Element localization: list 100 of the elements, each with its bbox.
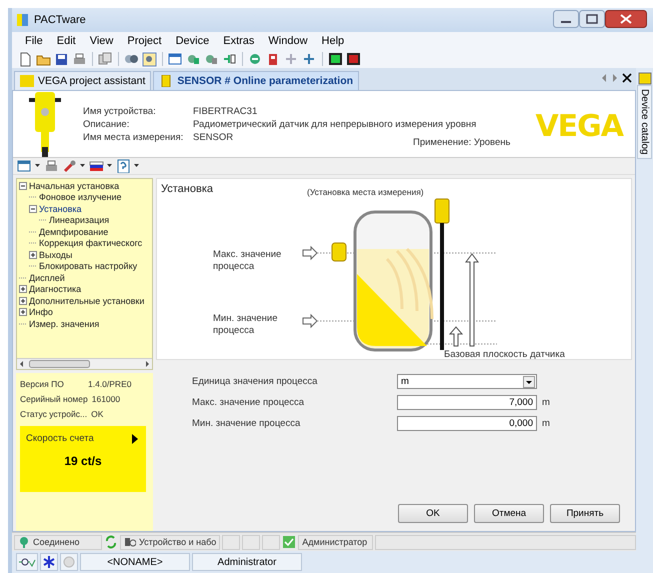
tool-icon[interactable] [302,52,317,66]
unit-label: m [542,418,551,429]
scroll-right-icon[interactable] [145,360,150,368]
flag-icon[interactable] [89,159,104,173]
play-icon[interactable] [132,434,138,444]
device-search-icon[interactable] [142,52,157,66]
unit-dropdown[interactable]: m [397,374,537,389]
scrollbar-thumb[interactable] [29,360,91,368]
close-button[interactable] [605,10,647,28]
number-field[interactable]: 0,000 [397,416,537,431]
min-level-arrow [448,326,464,346]
project-name: <NONAME> [80,553,190,571]
tree-item[interactable]: Диагностика [29,284,82,294]
connection-status: Соединено [33,537,80,547]
min-value-label: Мин. значение процесса [213,313,278,336]
tab[interactable]: SENSOR # Online parameterization [153,71,360,90]
field-label: Имя устройства: [83,106,157,116]
tree-item[interactable]: Коррекция фактическогс [39,238,142,248]
print-icon[interactable] [44,159,59,173]
menu-item[interactable]: Help [314,35,352,47]
max-pointer-arrow [302,246,318,260]
dropdown-caret-icon[interactable] [107,164,113,168]
copy-icon[interactable] [98,52,113,66]
field-value: Радиометрический датчик для непрерывного измерения уровня [193,118,476,130]
expand-icon[interactable] [19,308,27,316]
maximize-button[interactable] [579,10,605,28]
info-value: 161000 [92,394,120,404]
app-icon [16,13,29,27]
logo: VEGA [535,109,623,144]
tree-item[interactable]: Установка [39,204,82,214]
asterisk-icon[interactable] [40,553,58,571]
tab[interactable]: VEGA project assistant [14,71,152,90]
menu-item[interactable]: Extras [216,35,262,47]
help-icon[interactable] [116,159,131,173]
dialog-button[interactable]: OK [398,504,468,523]
field-label: Макс. значение процесса [192,397,306,408]
dropdown-caret-icon[interactable] [80,164,86,168]
tree-item[interactable]: Начальная установка [29,180,120,191]
expand-icon[interactable] [29,250,37,259]
check-icon [282,535,296,549]
dialog-button[interactable]: Принять [550,504,620,523]
tree-item[interactable]: Демпфирование [39,226,108,237]
assistant-icon [20,75,34,87]
field-label: Мин. значение процесса [192,418,302,429]
menu-item[interactable]: Project [120,35,169,47]
dialog-button[interactable]: Отмена [474,504,544,523]
section-subtitle: (Установка места измерения) [307,187,424,197]
field-label: Единица значения процесса [192,376,318,387]
menu-item[interactable]: Edit [50,35,83,47]
info-value: 1.4.0/PRE0 [88,379,132,389]
dropdown-caret-icon[interactable] [35,164,41,168]
expand-icon[interactable] [19,285,27,294]
monitor-icon[interactable] [328,52,343,66]
dropdown-caret-icon[interactable] [134,164,140,168]
tree-item[interactable]: Дисплей [29,272,65,283]
info-label: Статус устройс... [20,409,88,419]
collapse-icon[interactable] [29,204,37,213]
menu-item[interactable]: File [18,35,50,47]
save-icon[interactable] [54,52,69,66]
user-role-status: Администратор [302,537,368,547]
tree-item[interactable]: Выходы [39,250,72,260]
field-label: Имя места измерения: [83,132,184,142]
tree-item[interactable]: Фоновое излучение [39,192,122,202]
plug-icon[interactable] [222,52,237,66]
window-icon[interactable] [168,52,183,66]
collapse-icon[interactable] [19,182,27,190]
menu-item[interactable]: Device [168,35,216,47]
tree-item[interactable]: Измер. значения [29,318,100,329]
menu-item[interactable]: View [82,35,120,47]
info-label: Версия ПО [20,379,65,389]
close-tab-icon[interactable] [622,73,632,83]
stop-monitor-icon[interactable] [346,52,361,66]
print-icon[interactable] [72,52,87,66]
field-value: FIBERTRAC31 [193,106,258,116]
view-icon[interactable] [17,159,32,173]
info-label: Серийный номер [20,394,88,404]
minimize-button[interactable] [553,10,579,28]
tree-item[interactable]: Инфо [29,307,53,318]
tree-item[interactable]: Линеаризация [49,215,110,226]
device-set-icon [124,536,136,548]
wrench-icon[interactable] [62,159,77,173]
menu-item[interactable]: Window [261,35,315,47]
tree-item[interactable]: Блокировать настройку [39,261,138,272]
info-value: OK [91,409,104,419]
tree-item[interactable]: Дополнительные установки [29,296,144,306]
device-catalog-tab[interactable]: Device catalog [637,85,652,159]
unit-label: m [542,397,551,408]
section-title: Установка [161,183,213,195]
number-field[interactable]: 7,000 [397,395,537,410]
level-sensor-drawing [332,242,346,262]
catalog-icon [638,72,652,85]
scroll-left-icon[interactable] [600,73,608,83]
field-label: Описание: [83,118,130,130]
device-set-status: Устройство и набо [139,537,216,547]
connection-mode-icon[interactable] [16,553,38,571]
scroll-left-icon[interactable] [19,360,24,368]
base-plane-label: Базовая плоскость датчика [444,349,565,359]
expand-icon[interactable] [19,296,27,305]
max-value-label: Макс. значение процесса [213,249,282,272]
field-value: SENSOR [193,132,234,142]
